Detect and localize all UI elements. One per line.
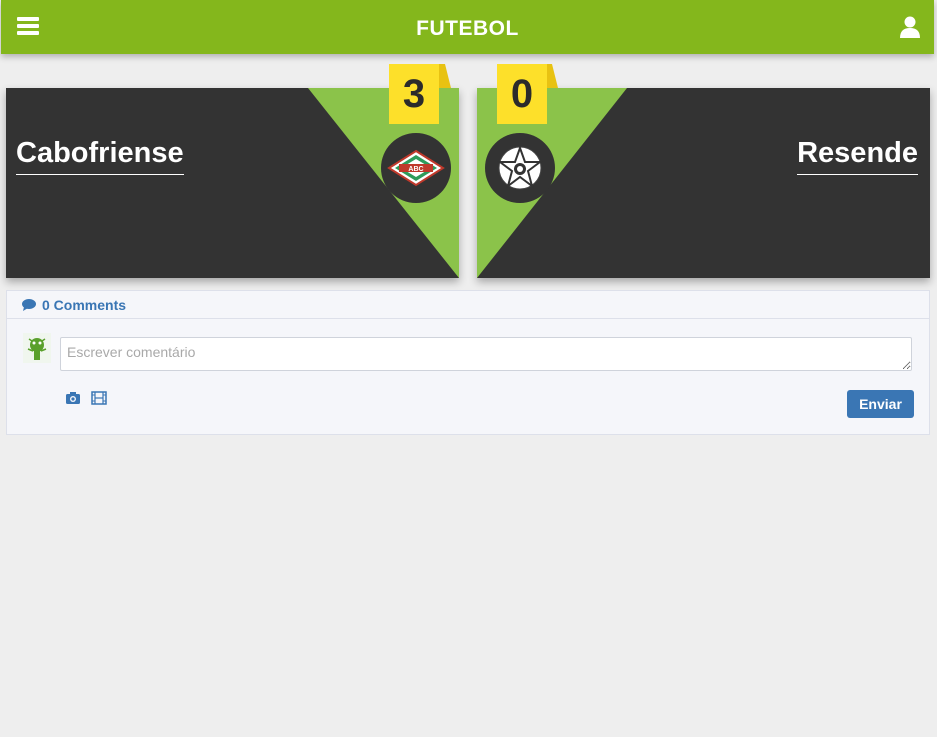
comment-input[interactable] bbox=[60, 337, 912, 371]
away-score: 0 bbox=[497, 64, 547, 124]
home-crest[interactable]: ABC bbox=[381, 133, 451, 203]
crest-text: ABC bbox=[408, 166, 423, 173]
page-title: FUTEBOL bbox=[416, 17, 519, 40]
away-team-panel: Resende 0 bbox=[477, 64, 930, 278]
app-header: FUTEBOL bbox=[1, 0, 934, 54]
film-icon[interactable] bbox=[91, 391, 107, 405]
user-icon[interactable] bbox=[900, 16, 920, 38]
comments-panel: 0 Comments Enviar bbox=[6, 290, 930, 435]
score-fold-decoration bbox=[439, 64, 451, 88]
score-fold-decoration bbox=[546, 64, 558, 88]
home-score: 3 bbox=[389, 64, 439, 124]
away-team-name[interactable]: Resende bbox=[797, 137, 918, 175]
home-team-panel: Cabofriense 3 ABC bbox=[6, 64, 459, 278]
avatar[interactable] bbox=[23, 333, 51, 363]
speech-bubble-icon bbox=[22, 298, 36, 311]
comments-count: 0 Comments bbox=[42, 296, 127, 313]
send-button[interactable]: Enviar bbox=[847, 390, 914, 418]
diamond-crest-icon: ABC bbox=[387, 149, 445, 187]
away-crest[interactable] bbox=[485, 133, 555, 203]
camera-icon[interactable] bbox=[65, 391, 81, 405]
comments-header[interactable]: 0 Comments bbox=[7, 291, 929, 319]
star-crest-icon bbox=[497, 145, 543, 190]
home-team-name[interactable]: Cabofriense bbox=[16, 137, 184, 175]
